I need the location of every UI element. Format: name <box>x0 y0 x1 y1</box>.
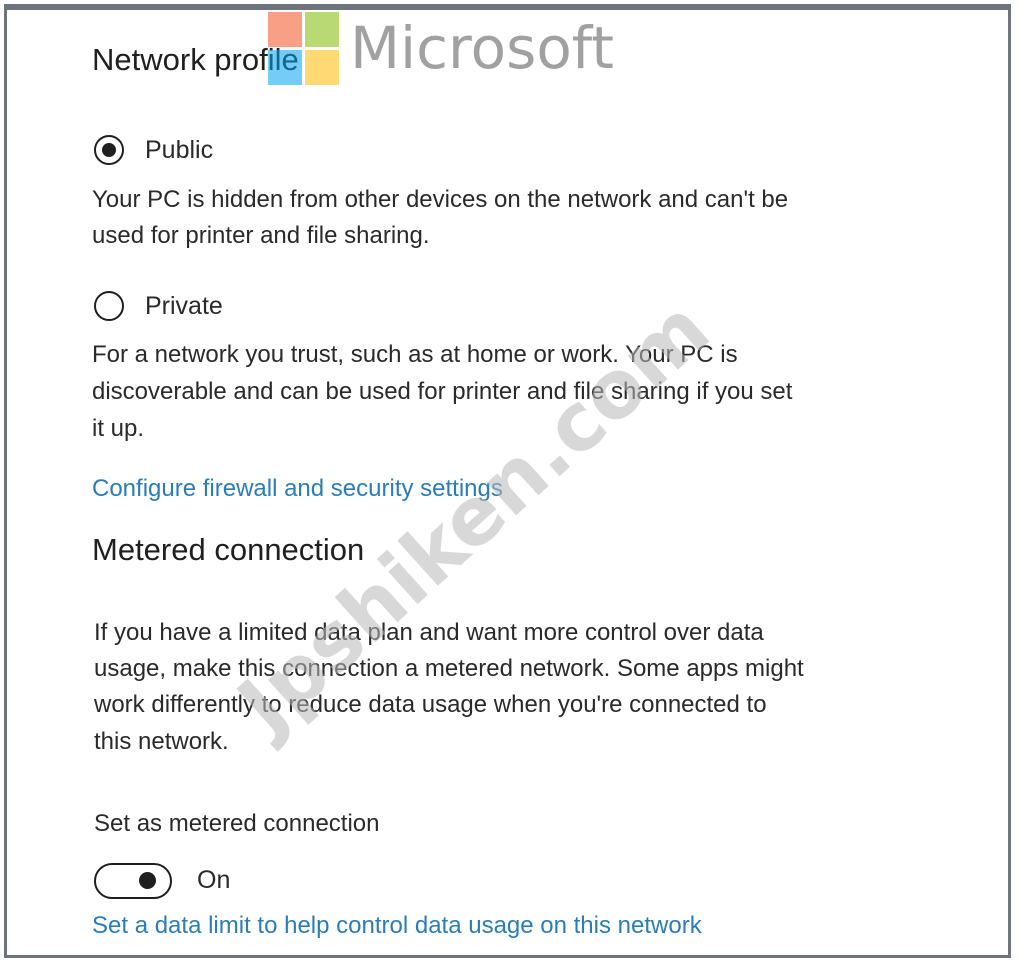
metered-description-line-4: this network. <box>94 728 229 755</box>
microsoft-wordmark: Microsoft <box>350 14 614 82</box>
metered-description-line-1: If you have a limited data plan and want… <box>94 619 764 646</box>
private-description-line-2: discoverable and can be used for printer… <box>92 378 793 405</box>
toggle-knob-icon <box>139 872 156 889</box>
private-description-line-1: For a network you trust, such as at home… <box>92 341 738 368</box>
radio-selected-dot-icon <box>102 143 116 157</box>
toggle-state-label: On <box>197 866 231 894</box>
private-description-line-3: it up. <box>92 415 145 442</box>
metered-description-line-2: usage, make this connection a metered ne… <box>94 655 804 682</box>
data-limit-link[interactable]: Set a data limit to help control data us… <box>92 912 702 940</box>
microsoft-logo-icon <box>268 12 340 86</box>
public-radio[interactable] <box>94 135 124 165</box>
public-description-line-2: used for printer and file sharing. <box>92 222 430 249</box>
configure-firewall-link[interactable]: Configure firewall and security settings <box>92 475 503 503</box>
private-radio[interactable] <box>94 291 124 321</box>
private-radio-label[interactable]: Private <box>145 292 223 321</box>
metered-connection-heading: Metered connection <box>92 532 365 567</box>
metered-description-line-3: work differently to reduce data usage wh… <box>94 691 767 718</box>
public-description-line-1: Your PC is hidden from other devices on … <box>92 186 789 213</box>
set-metered-label: Set as metered connection <box>94 810 380 837</box>
public-radio-label[interactable]: Public <box>145 136 213 165</box>
metered-toggle[interactable] <box>94 863 172 899</box>
